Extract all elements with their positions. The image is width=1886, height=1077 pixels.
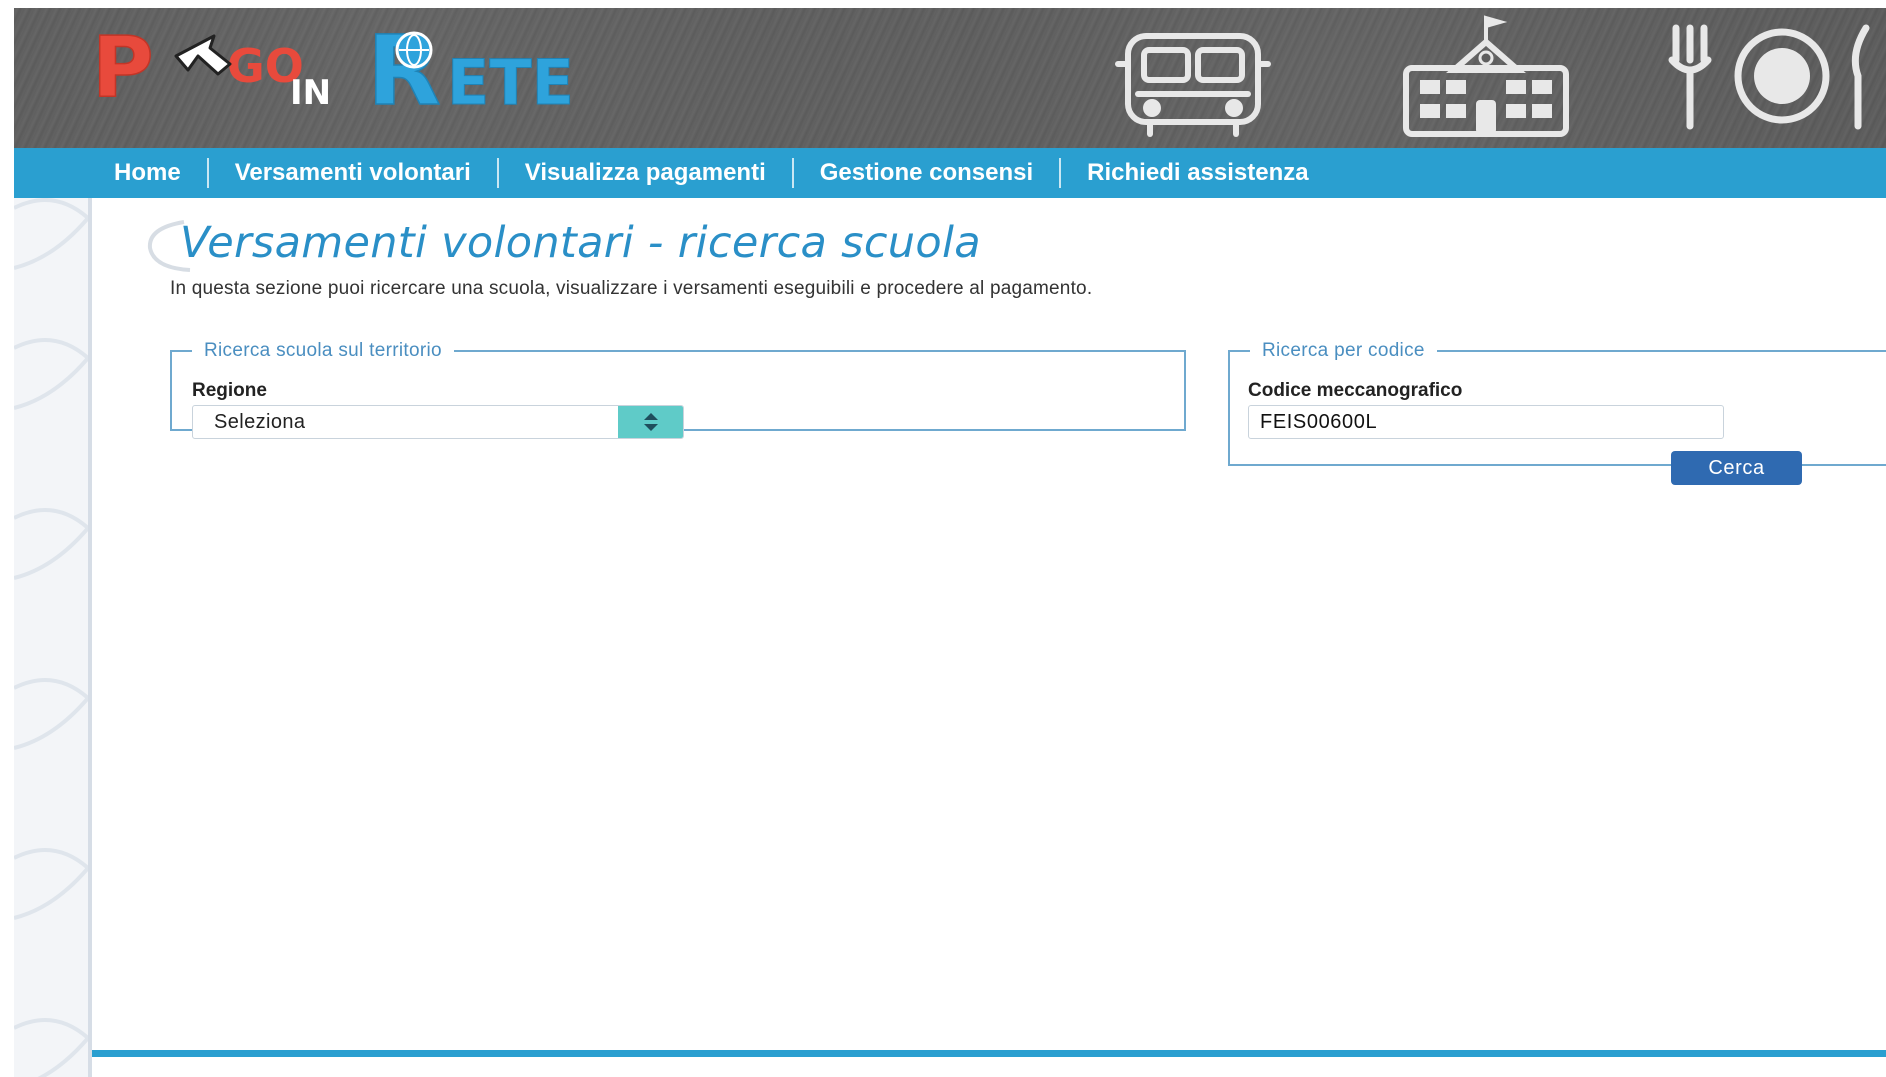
code-search-legend: Ricerca per codice (1262, 340, 1425, 361)
territory-search-panel: Ricerca scuola sul territorio Regione Se… (170, 340, 1186, 439)
intro-text: In questa sezione puoi ricercare una scu… (170, 278, 1093, 299)
browser-screen: P GO IN R ETE Home Versamenti volontari … (0, 0, 1886, 1077)
nav-visualizza-pagamenti[interactable]: Visualizza pagamenti (499, 148, 792, 198)
region-select-value: Seleziona (214, 411, 306, 433)
main-content: Versamenti volontari - ricerca scuola In… (92, 198, 1886, 1077)
pago-in-rete-logo[interactable]: P GO IN R ETE (92, 26, 752, 136)
page-title: Versamenti volontari - ricerca scuola (180, 218, 981, 268)
nav-versamenti-volontari[interactable]: Versamenti volontari (209, 148, 497, 198)
nav-gestione-consensi[interactable]: Gestione consensi (794, 148, 1059, 198)
wave-pattern-decoration (14, 198, 88, 1077)
banner-illustrations (1115, 15, 1870, 137)
school-bus-icon (1115, 33, 1271, 137)
code-label: Codice meccanografico (1248, 380, 1463, 401)
code-search-panel: Ricerca per codice Codice meccanografico… (1228, 340, 1886, 485)
school-code-input[interactable] (1248, 405, 1724, 439)
page-frame: P GO IN R ETE Home Versamenti volontari … (14, 8, 1886, 1077)
nav-richiedi-assistenza[interactable]: Richiedi assistenza (1061, 148, 1334, 198)
school-building-icon (1403, 15, 1569, 137)
svg-text:P: P (92, 26, 154, 116)
territory-search-legend: Ricerca scuola sul territorio (204, 340, 442, 361)
main-nav: Home Versamenti volontari Visualizza pag… (14, 148, 1886, 198)
fork-plate-icon (1668, 24, 1870, 130)
footer-divider (92, 1050, 1886, 1057)
nav-home[interactable]: Home (88, 148, 207, 198)
left-decoration (14, 198, 92, 1077)
region-label: Regione (192, 380, 267, 401)
search-button[interactable]: Cerca (1671, 451, 1802, 485)
header-banner: P GO IN R ETE (14, 8, 1886, 148)
svg-text:ETE: ETE (447, 46, 574, 119)
region-select[interactable]: Seleziona (192, 405, 684, 439)
svg-text:IN: IN (290, 73, 331, 113)
select-arrows-icon[interactable] (618, 406, 683, 438)
